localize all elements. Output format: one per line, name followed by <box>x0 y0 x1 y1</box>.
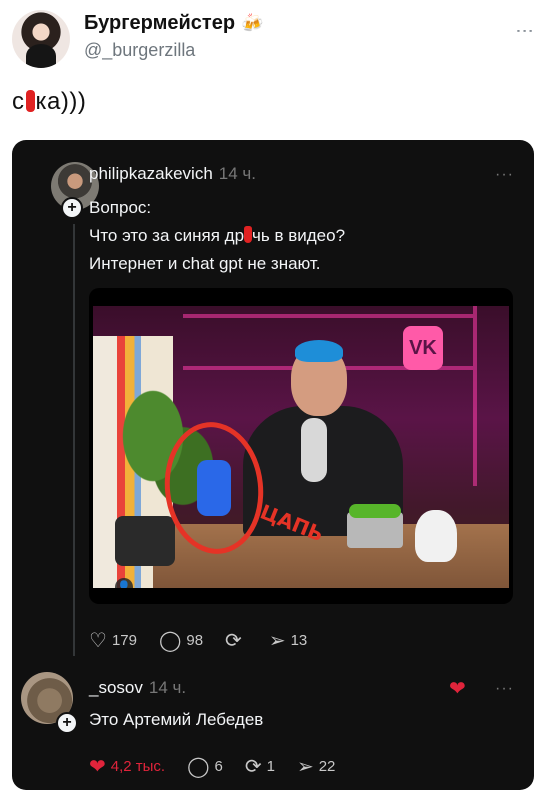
comment-icon: ◯ <box>158 630 182 652</box>
share-button[interactable]: ➢ 13 <box>269 628 307 653</box>
reply-like-button[interactable]: ❤ 4,2 тыс. <box>89 754 165 779</box>
repost-icon: ⟳ <box>244 756 262 778</box>
reply-more-icon[interactable]: ··· <box>495 680 514 698</box>
reply-repost-count: 1 <box>266 758 275 775</box>
reply-reply-count: 6 <box>214 758 223 775</box>
like-button[interactable]: ♡ 179 <box>89 628 137 653</box>
follow-plus-icon[interactable]: + <box>61 197 83 219</box>
tweet-text: с ка))) <box>12 88 86 116</box>
repost-button[interactable]: ⟳ <box>225 628 247 653</box>
vk-logo: VK <box>403 326 443 370</box>
video-frame: VK ЦАПЬ 👤 <box>93 306 509 588</box>
post-more-icon[interactable]: ··· <box>495 166 514 184</box>
heart-filled-icon: ❤ <box>89 756 106 778</box>
post-time: 14 ч. <box>218 164 257 183</box>
reply-repost-button[interactable]: ⟳ 1 <box>245 754 275 779</box>
reply-reply-button[interactable]: ◯ 6 <box>187 754 223 779</box>
author-avatar[interactable] <box>12 10 70 68</box>
more-options-icon[interactable]: ⋮ <box>515 22 535 38</box>
reply-username-text: _sosov <box>89 678 143 697</box>
post-video[interactable]: VK ЦАПЬ 👤 <box>89 288 513 604</box>
embedded-threads-card: + philipkazakevich 14 ч. ··· Вопрос: Что … <box>12 140 534 790</box>
like-count: 179 <box>111 632 137 649</box>
post-line-2-end: чь в видео? <box>252 226 346 245</box>
author-name-text: Бургермейстер <box>84 12 236 34</box>
presenter-blue-hair <box>295 340 343 362</box>
post-line-2-start: Что это за синяя др <box>89 226 245 245</box>
thread-connector-line <box>73 224 75 656</box>
beer-badge-icon: 🍻 <box>241 13 264 33</box>
post-line-2: Что это за синяя др чь в видео? <box>89 226 345 246</box>
reply-text: Это Артемий Лебедев <box>89 710 264 729</box>
reply-share-count: 22 <box>318 758 336 775</box>
plant-pot <box>115 516 175 566</box>
comment-icon: ◯ <box>187 756 210 778</box>
censor-blot-icon <box>25 90 35 112</box>
reply-button[interactable]: ◯ 98 <box>159 628 203 653</box>
tweet-text-end: ка))) <box>35 88 87 115</box>
censor-blot-icon <box>244 226 253 243</box>
share-icon: ➢ <box>268 630 286 652</box>
follow-plus-icon[interactable]: + <box>56 712 78 734</box>
author-liked-heart-icon: ❤ <box>449 678 466 700</box>
studio-shelf <box>183 314 473 318</box>
white-cat-figurine <box>415 510 457 562</box>
author-handle[interactable]: @_burgerzilla <box>84 40 195 61</box>
author-name[interactable]: Бургермейстер 🍻 <box>84 12 264 35</box>
studio-shelf <box>473 306 477 486</box>
reply-action-bar: ❤ 4,2 тыс. ◯ 6 ⟳ 1 ➢ 22 <box>89 754 357 779</box>
post-line-1: Вопрос: <box>89 198 152 217</box>
reply-time: 14 ч. <box>148 678 187 697</box>
share-icon: ➢ <box>296 756 314 778</box>
heart-icon: ♡ <box>89 630 107 652</box>
tweet-text-start: с <box>12 88 25 115</box>
post-line-3: Интернет и chat gpt не знают. <box>89 254 321 273</box>
reply-username[interactable]: _sosov 14 ч. <box>89 678 186 698</box>
reply-like-count: 4,2 тыс. <box>110 758 166 775</box>
repost-icon: ⟳ <box>225 630 242 652</box>
reply-count: 98 <box>186 632 204 649</box>
microphone <box>301 418 327 482</box>
share-count: 13 <box>290 632 308 649</box>
moss-box <box>347 504 403 548</box>
reply-share-button[interactable]: ➢ 22 <box>297 754 335 779</box>
post-username[interactable]: philipkazakevich 14 ч. <box>89 164 256 184</box>
post-action-bar: ♡ 179 ◯ 98 ⟳ ➢ 13 <box>89 628 329 653</box>
post-username-text: philipkazakevich <box>89 164 213 183</box>
